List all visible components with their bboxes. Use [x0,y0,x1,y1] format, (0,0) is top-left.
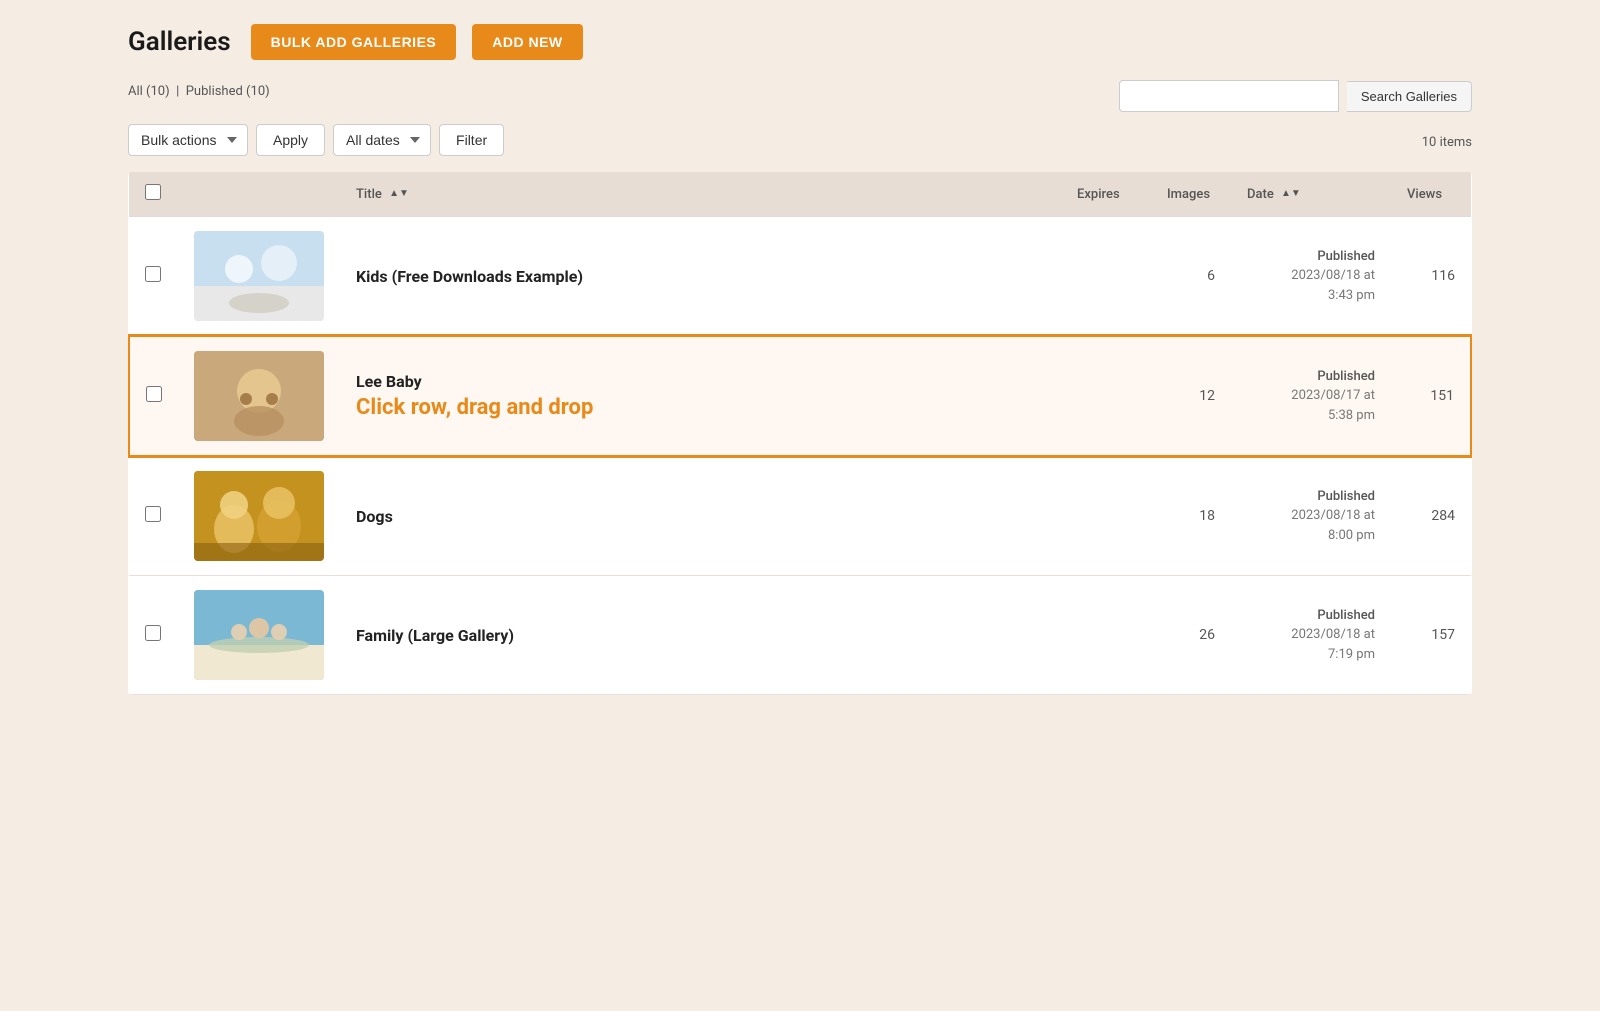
row-checkbox[interactable] [145,506,161,522]
gallery-thumbnail [194,471,324,561]
page-title: Galleries [128,27,231,57]
gallery-expires [1061,456,1151,576]
table-header: Title ▲▼ Expires Images Date ▲▼ Views [129,172,1471,217]
date-sort-icon[interactable]: ▲▼ [1281,189,1301,199]
table-row[interactable]: Dogs 18Published2023/08/18 at8:00 pm284 [129,456,1471,576]
th-views: Views [1391,172,1471,217]
gallery-images: 12 [1151,336,1231,456]
filter-button[interactable]: Filter [439,124,504,156]
gallery-views: 284 [1391,456,1471,576]
gallery-title: Dogs [356,507,1045,526]
gallery-date: Published2023/08/18 at7:19 pm [1231,576,1391,695]
row-checkbox[interactable] [146,386,162,402]
th-expires: Expires [1061,172,1151,217]
gallery-thumbnail [194,351,324,441]
gallery-images: 26 [1151,576,1231,695]
th-select-all [129,172,178,217]
gallery-thumbnail [194,590,324,680]
bulk-actions-dropdown[interactable]: Bulk actions [128,124,248,156]
gallery-expires [1061,336,1151,456]
status-links: All (10) | Published (10) [128,84,270,99]
gallery-views: 151 [1391,336,1471,456]
add-new-button[interactable]: ADD NEW [472,24,582,60]
bulk-add-galleries-button[interactable]: BULK ADD GALLERIES [251,24,457,60]
gallery-date: Published2023/08/18 at3:43 pm [1231,217,1391,337]
table-row[interactable]: Kids (Free Downloads Example) 6Published2… [129,217,1471,337]
title-sort-icon[interactable]: ▲▼ [389,189,409,199]
gallery-expires [1061,217,1151,337]
th-date[interactable]: Date ▲▼ [1231,172,1391,217]
gallery-title: Kids (Free Downloads Example) [356,267,1045,286]
drag-hint: Click row, drag and drop [356,395,1045,420]
items-count: 10 items [1422,135,1472,150]
select-all-checkbox[interactable] [145,184,161,200]
gallery-views: 157 [1391,576,1471,695]
search-input[interactable] [1119,80,1339,112]
th-images: Images [1151,172,1231,217]
gallery-views: 116 [1391,217,1471,337]
search-galleries-button[interactable]: Search Galleries [1347,81,1472,112]
galleries-table: Title ▲▼ Expires Images Date ▲▼ Views K [128,172,1472,695]
table-row[interactable]: Lee Baby Click row, drag and drop 12Publis… [129,336,1471,456]
gallery-images: 18 [1151,456,1231,576]
th-title[interactable]: Title ▲▼ [340,172,1061,217]
row-checkbox[interactable] [145,266,161,282]
gallery-date: Published2023/08/18 at8:00 pm [1231,456,1391,576]
apply-button[interactable]: Apply [256,124,325,156]
th-thumbnail [178,172,340,217]
all-status-link[interactable]: All (10) [128,84,170,99]
gallery-images: 6 [1151,217,1231,337]
gallery-title: Lee Baby [356,372,1045,391]
gallery-title: Family (Large Gallery) [356,626,1045,645]
row-checkbox[interactable] [145,625,161,641]
gallery-expires [1061,576,1151,695]
table-row[interactable]: Family (Large Gallery) 26Published2023/08… [129,576,1471,695]
gallery-date: Published2023/08/17 at5:38 pm [1231,336,1391,456]
published-status-link[interactable]: Published (10) [186,84,270,99]
gallery-thumbnail [194,231,324,321]
all-dates-dropdown[interactable]: All dates [333,124,431,156]
